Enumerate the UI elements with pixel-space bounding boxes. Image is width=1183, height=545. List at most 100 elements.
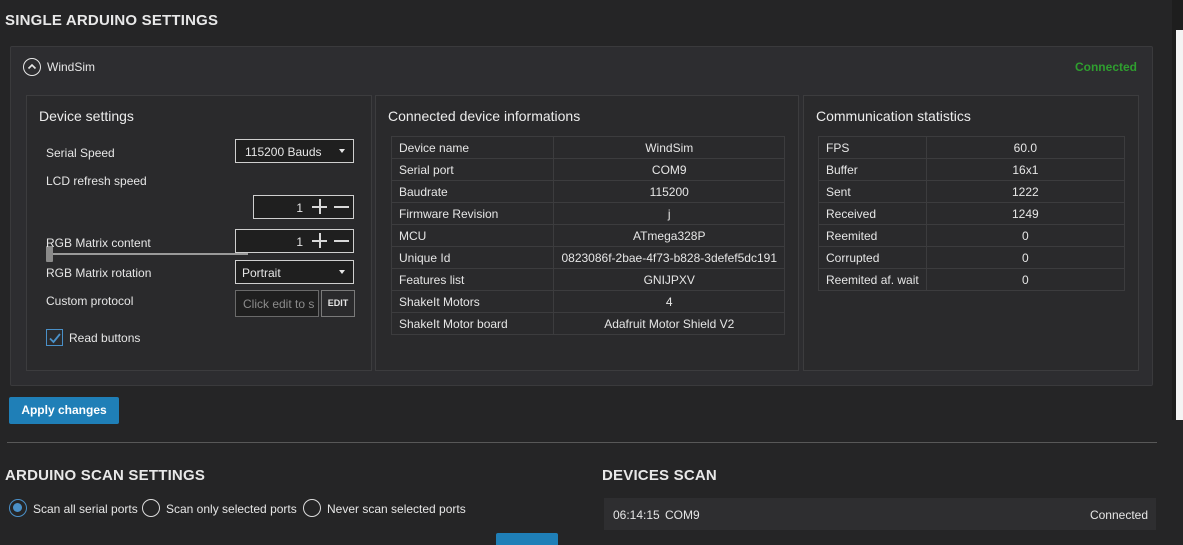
minus-icon[interactable] bbox=[334, 199, 350, 215]
comm-stats-row: Corrupted 0 bbox=[818, 246, 1126, 269]
collapse-chevron-icon[interactable] bbox=[23, 58, 41, 76]
row-key: Firmware Revision bbox=[390, 202, 555, 225]
serial-speed-value: 115200 Bauds bbox=[245, 145, 322, 159]
row-value: 60.0 bbox=[925, 136, 1126, 159]
row-key: Serial port bbox=[390, 158, 555, 181]
scan-action-button[interactable] bbox=[496, 533, 558, 545]
row-value: Adafruit Motor Shield V2 bbox=[553, 312, 785, 335]
row-key: Unique Id bbox=[390, 246, 555, 269]
row-key: MCU bbox=[390, 224, 555, 247]
device-panel: WindSim Connected Device settings Serial… bbox=[10, 46, 1153, 386]
row-value: 0 bbox=[925, 224, 1126, 247]
row-value: ATmega328P bbox=[553, 224, 785, 247]
lcd-refresh-slider[interactable] bbox=[48, 253, 248, 255]
comm-stats-card: Communication statistics FPS 60.0 Buffer 16… bbox=[803, 95, 1139, 371]
row-key: ShakeIt Motor board bbox=[390, 312, 555, 335]
device-panel-name: WindSim bbox=[47, 60, 96, 74]
comm-stats-row: Reemited 0 bbox=[818, 224, 1126, 247]
device-info-card: Connected device informations Device nam… bbox=[375, 95, 799, 371]
device-info-row: MCU ATmega328P bbox=[390, 224, 785, 247]
row-key: Reemited af. wait bbox=[818, 268, 927, 291]
row-value: 1222 bbox=[925, 180, 1126, 203]
row-key: Corrupted bbox=[818, 246, 927, 269]
custom-protocol-input[interactable]: Click edit to s bbox=[235, 290, 319, 317]
scan-status: Connected bbox=[1089, 508, 1148, 522]
comm-stats-row: Buffer 16x1 bbox=[818, 158, 1126, 181]
radio-never-scan[interactable] bbox=[303, 499, 321, 517]
comm-stats-row: Sent 1222 bbox=[818, 180, 1126, 203]
device-info-row: Serial port COM9 bbox=[390, 158, 785, 181]
row-value: 115200 bbox=[553, 180, 785, 203]
chevron-down-icon bbox=[339, 270, 345, 274]
scan-time: 06:14:15 bbox=[613, 508, 660, 522]
scan-log-row: 06:14:15 COM9 Connected bbox=[604, 498, 1156, 530]
device-info-row: ShakeIt Motor board Adafruit Motor Shield… bbox=[390, 312, 785, 335]
comm-stats-row: Received 1249 bbox=[818, 202, 1126, 225]
row-key: ShakeIt Motors bbox=[390, 290, 555, 313]
rgb-rotation-value: Portrait bbox=[242, 266, 281, 280]
single-settings-title: SINGLE ARDUINO SETTINGS bbox=[5, 12, 219, 29]
rgb-content-stepper[interactable]: 1 bbox=[235, 229, 354, 253]
device-info-row: Firmware Revision j bbox=[390, 202, 785, 225]
row-value: 4 bbox=[553, 290, 785, 313]
row-value: GNIJPXV bbox=[553, 268, 785, 291]
row-key: Reemited bbox=[818, 224, 927, 247]
device-settings-card: Device settings Serial Speed 115200 Baud… bbox=[26, 95, 372, 371]
row-value: 0 bbox=[925, 246, 1126, 269]
row-key: Buffer bbox=[818, 158, 927, 181]
serial-speed-select[interactable]: 115200 Bauds bbox=[235, 139, 354, 163]
divider bbox=[7, 442, 1157, 443]
device-settings-title: Device settings bbox=[39, 108, 134, 124]
devices-scan-title: DEVICES SCAN bbox=[602, 467, 717, 484]
scan-selected-label[interactable]: Scan only selected ports bbox=[166, 502, 297, 516]
radio-scan-all[interactable] bbox=[9, 499, 27, 517]
device-info-row: Unique Id 0823086f-2bae-4f73-b828-3defef5… bbox=[390, 246, 785, 269]
rgb-content-value: 1 bbox=[296, 235, 303, 249]
chevron-down-icon bbox=[339, 149, 345, 153]
device-info-table: Device name WindSim Serial port COM9 Baudrat… bbox=[390, 136, 785, 335]
scan-settings-title: ARDUINO SCAN SETTINGS bbox=[5, 467, 206, 484]
device-info-row: Baudrate 115200 bbox=[390, 180, 785, 203]
device-info-title: Connected device informations bbox=[388, 108, 581, 124]
minus-icon[interactable] bbox=[334, 233, 350, 249]
row-value: WindSim bbox=[553, 136, 785, 159]
comm-stats-row: Reemited af. wait 0 bbox=[818, 268, 1126, 291]
read-buttons-checkbox[interactable] bbox=[46, 329, 63, 346]
row-value: COM9 bbox=[553, 158, 785, 181]
device-info-row: ShakeIt Motors 4 bbox=[390, 290, 785, 313]
scrollbar-thumb[interactable] bbox=[1176, 30, 1183, 420]
rgb-content-label: RGB Matrix content bbox=[46, 236, 151, 250]
row-key: Device name bbox=[390, 136, 555, 159]
row-value: 16x1 bbox=[925, 158, 1126, 181]
rgb-rotation-select[interactable]: Portrait bbox=[235, 260, 354, 284]
checkmark-icon bbox=[49, 333, 61, 344]
device-panel-header[interactable]: WindSim Connected bbox=[11, 47, 1152, 87]
serial-speed-label: Serial Speed bbox=[46, 146, 115, 160]
row-value: j bbox=[553, 202, 785, 225]
lcd-refresh-stepper[interactable]: 1 bbox=[253, 195, 354, 219]
lcd-refresh-value: 1 bbox=[296, 201, 303, 215]
plus-icon[interactable] bbox=[312, 199, 328, 215]
row-value: 0823086f-2bae-4f73-b828-3defef5dc191 bbox=[553, 246, 785, 269]
radio-scan-selected[interactable] bbox=[142, 499, 160, 517]
row-value: 0 bbox=[925, 268, 1126, 291]
device-info-row: Device name WindSim bbox=[390, 136, 785, 159]
connection-status: Connected bbox=[1074, 60, 1137, 74]
comm-stats-row: FPS 60.0 bbox=[818, 136, 1126, 159]
row-key: FPS bbox=[818, 136, 927, 159]
row-key: Features list bbox=[390, 268, 555, 291]
never-scan-label[interactable]: Never scan selected ports bbox=[327, 502, 466, 516]
apply-changes-button[interactable]: Apply changes bbox=[9, 397, 119, 424]
row-key: Baudrate bbox=[390, 180, 555, 203]
edit-button[interactable]: EDIT bbox=[321, 290, 355, 317]
scan-port: COM9 bbox=[665, 508, 700, 522]
row-key: Received bbox=[818, 202, 927, 225]
rgb-rotation-label: RGB Matrix rotation bbox=[46, 266, 152, 280]
row-key: Sent bbox=[818, 180, 927, 203]
plus-icon[interactable] bbox=[312, 233, 328, 249]
custom-protocol-label: Custom protocol bbox=[46, 294, 134, 308]
comm-stats-title: Communication statistics bbox=[816, 108, 971, 124]
device-info-row: Features list GNIJPXV bbox=[390, 268, 785, 291]
scan-all-label[interactable]: Scan all serial ports bbox=[33, 502, 138, 516]
lcd-refresh-label: LCD refresh speed bbox=[46, 174, 147, 188]
